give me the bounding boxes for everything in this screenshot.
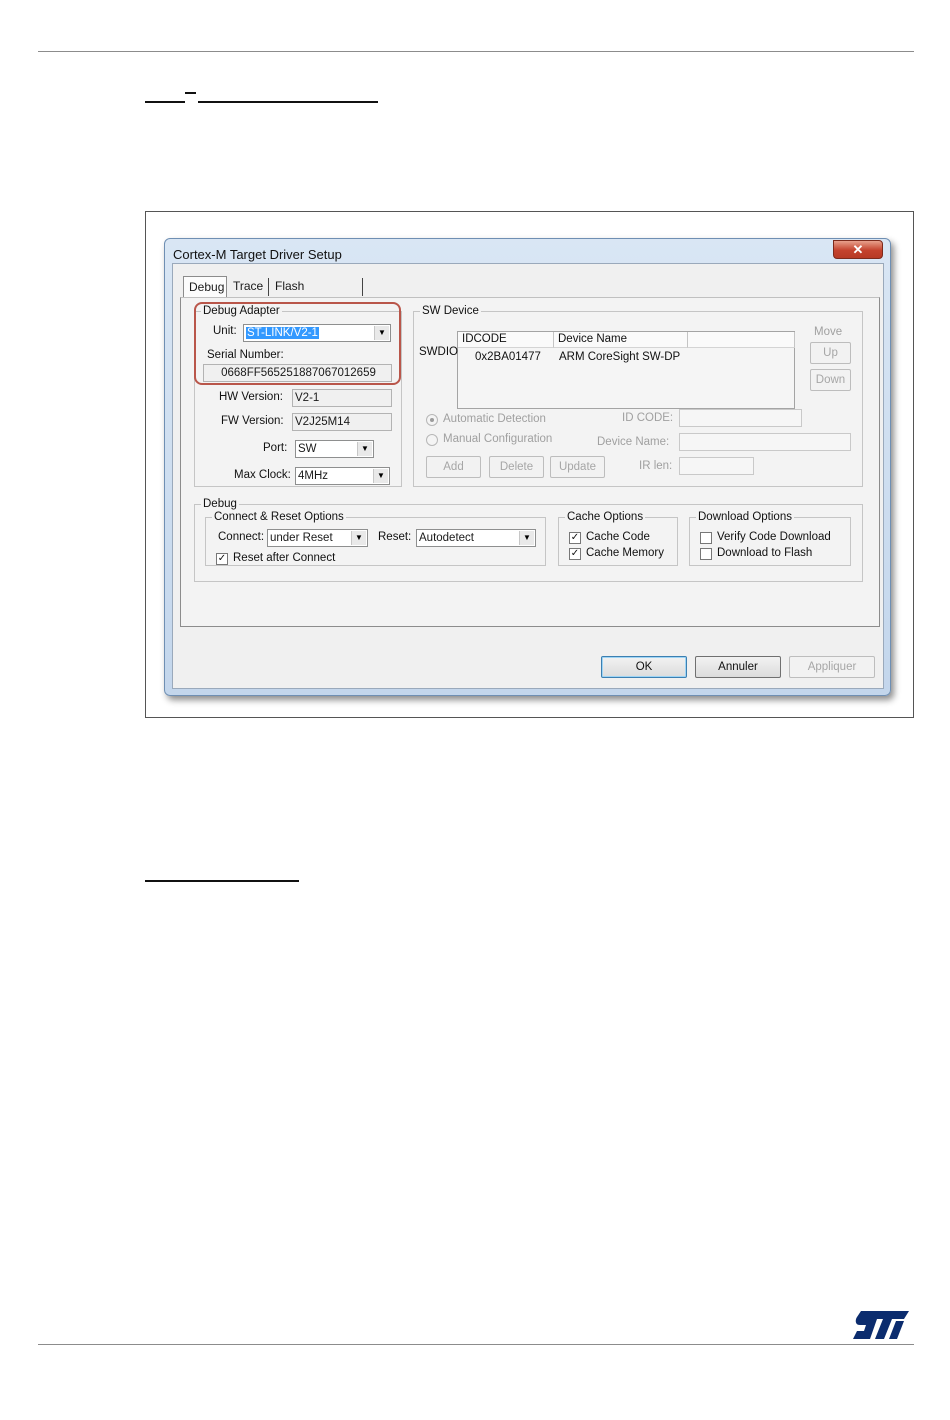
manual-configuration-label: Manual Configuration xyxy=(443,433,553,445)
top-rule xyxy=(38,51,914,52)
apply-button[interactable]: Appliquer xyxy=(789,656,875,678)
reset-value: Autodetect xyxy=(419,532,474,544)
connect-reset-legend: Connect & Reset Options xyxy=(214,511,344,523)
reset-after-connect-label: Reset after Connect xyxy=(233,552,336,564)
tab-trace[interactable]: Trace xyxy=(229,278,269,296)
sw-device-legend: SW Device xyxy=(422,305,479,317)
fw-version-label: FW Version: xyxy=(221,415,284,427)
hw-version-field: V2-1 xyxy=(292,389,392,407)
connect-label: Connect: xyxy=(218,531,265,543)
cache-memory-checkbox[interactable]: ✓ xyxy=(569,548,581,560)
dialog-title: Cortex-M Target Driver Setup xyxy=(173,247,342,262)
id-code-label: ID CODE: xyxy=(622,412,674,424)
tab-debug[interactable]: Debug xyxy=(183,276,227,298)
chevron-down-icon: ▼ xyxy=(519,531,534,545)
update-button[interactable]: Update xyxy=(550,456,605,478)
st-logo-icon xyxy=(853,1311,909,1339)
heading-underline-c xyxy=(198,101,378,103)
automatic-detection-label: Automatic Detection xyxy=(443,413,546,425)
debug-tab-panel: Debug Adapter Unit: ST-LINK/V2-1 ▼ Seria… xyxy=(180,297,880,627)
max-clock-label: Max Clock: xyxy=(234,469,291,481)
chevron-down-icon: ▼ xyxy=(357,442,372,456)
serial-highlight-box xyxy=(194,302,401,385)
delete-button[interactable]: Delete xyxy=(489,456,544,478)
verify-code-download-label: Verify Code Download xyxy=(717,531,831,543)
fw-version-field: V2J25M14 xyxy=(292,413,392,431)
dialog-client-area: Debug Trace Flash Download Debug Adapter… xyxy=(172,263,884,689)
reset-label: Reset: xyxy=(378,531,412,543)
cache-code-label: Cache Code xyxy=(586,531,650,543)
reset-select[interactable]: Autodetect ▼ xyxy=(416,529,536,547)
heading-underline-b xyxy=(185,92,196,94)
move-up-button[interactable]: Up xyxy=(810,342,851,364)
add-button[interactable]: Add xyxy=(426,456,481,478)
cache-options-legend: Cache Options xyxy=(567,511,644,523)
cancel-button[interactable]: Annuler xyxy=(695,656,781,678)
move-label: Move xyxy=(814,326,843,338)
download-to-flash-label: Download to Flash xyxy=(717,547,813,559)
port-select[interactable]: SW ▼ xyxy=(295,440,374,458)
chevron-down-icon: ▼ xyxy=(351,531,366,545)
max-clock-select[interactable]: 4MHz ▼ xyxy=(295,467,390,485)
chevron-down-icon: ▼ xyxy=(373,469,388,483)
port-value: SW xyxy=(298,443,317,455)
device-name-cell[interactable]: ARM CoreSight SW-DP xyxy=(559,351,680,363)
device-name-label: Device Name: xyxy=(597,436,670,448)
tab-flash-download[interactable]: Flash Download xyxy=(271,278,363,309)
close-button[interactable]: ✕ xyxy=(833,240,883,259)
figure-frame: Cortex-M Target Driver Setup ✕ Debug Tra… xyxy=(145,211,914,718)
id-code-field[interactable] xyxy=(679,409,802,427)
download-to-flash-checkbox[interactable] xyxy=(700,548,712,560)
target-driver-setup-dialog: Cortex-M Target Driver Setup ✕ Debug Tra… xyxy=(164,238,891,696)
hw-version-label: HW Version: xyxy=(219,391,283,403)
download-options-legend: Download Options xyxy=(698,511,792,523)
cache-memory-label: Cache Memory xyxy=(586,547,664,559)
column-header-spare xyxy=(688,332,795,348)
device-idcode-cell[interactable]: 0x2BA01477 xyxy=(475,351,541,363)
debug-legend: Debug xyxy=(203,498,237,510)
bottom-rule xyxy=(38,1344,914,1345)
device-name-field[interactable] xyxy=(679,433,851,451)
port-label: Port: xyxy=(263,442,288,454)
column-header-device-name[interactable]: Device Name xyxy=(554,332,688,348)
heading-underline-a xyxy=(145,101,185,103)
connect-value: under Reset xyxy=(270,532,333,544)
ok-button[interactable]: OK xyxy=(601,656,687,678)
automatic-detection-radio[interactable] xyxy=(426,414,438,426)
sw-device-list[interactable]: IDCODE Device Name 0x2BA01477 ARM CoreSi… xyxy=(457,331,795,409)
cache-code-checkbox[interactable]: ✓ xyxy=(569,532,581,544)
connect-select[interactable]: under Reset ▼ xyxy=(267,529,368,547)
column-header-idcode[interactable]: IDCODE xyxy=(458,332,554,348)
max-clock-value: 4MHz xyxy=(298,470,329,482)
ir-len-label: IR len: xyxy=(639,460,673,472)
swdio-label: SWDIO xyxy=(419,346,458,358)
ir-len-field[interactable] xyxy=(679,457,754,475)
manual-configuration-radio[interactable] xyxy=(426,434,438,446)
section-heading-underline xyxy=(145,880,299,882)
verify-code-download-checkbox[interactable] xyxy=(700,532,712,544)
reset-after-connect-checkbox[interactable]: ✓ xyxy=(216,553,228,565)
move-down-button[interactable]: Down xyxy=(810,369,851,391)
